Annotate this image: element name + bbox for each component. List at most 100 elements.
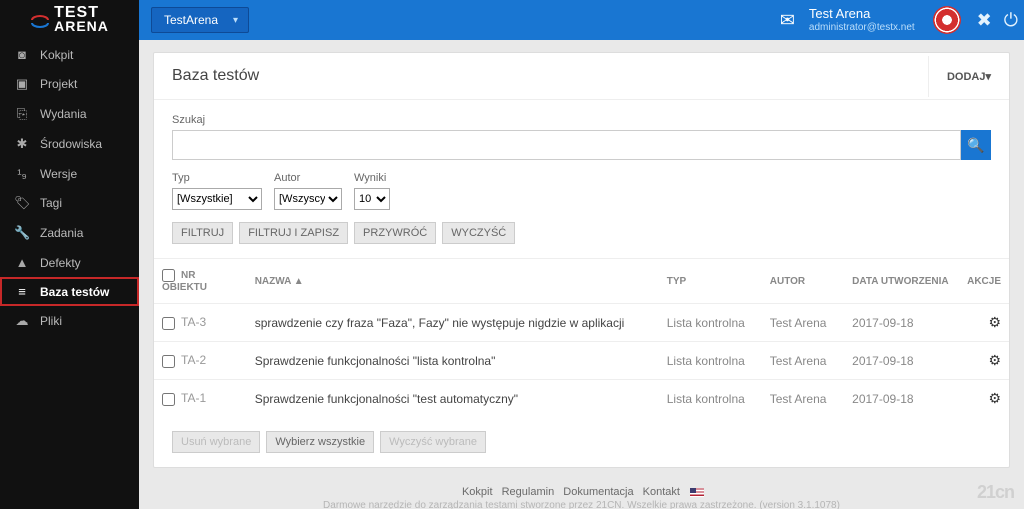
search-icon: 🔍: [967, 137, 984, 154]
filtruj-zapisz-button[interactable]: FILTRUJ I ZAPISZ: [239, 222, 348, 244]
user-email: administrator@testx.net: [809, 22, 915, 34]
row-autor: Test Arena: [762, 304, 844, 342]
sidebar-item-label: Defekty: [40, 256, 81, 270]
wyczysc-wybrane-button[interactable]: Wyczyść wybrane: [380, 431, 486, 453]
tools-icon[interactable]: ✖: [977, 10, 992, 31]
sidebar-item-defekty[interactable]: ▲ Defekty: [0, 248, 139, 277]
project-selector[interactable]: TestArena: [151, 7, 249, 33]
sidebar-item-label: Środowiska: [40, 137, 102, 151]
flag-icon[interactable]: [690, 488, 704, 497]
mail-icon[interactable]: ✉: [780, 10, 795, 31]
footer-sub: Darmowe narzędzie do zarządzania testami…: [153, 500, 1010, 509]
search-label: Szukaj: [172, 114, 991, 126]
search-input[interactable]: [172, 130, 961, 160]
gear-icon[interactable]: ⚙: [988, 314, 1001, 330]
row-nr: TA-3: [181, 315, 206, 329]
nav-icon: 🏷: [14, 195, 30, 211]
table-row: TA-3 sprawdzenie czy fraza "Faza", Fazy" …: [154, 304, 1009, 342]
sidebar-item-środowiska[interactable]: ✱ Środowiska: [0, 129, 139, 159]
table-row: TA-1 Sprawdzenie funkcjonalności "test au…: [154, 380, 1009, 418]
gear-icon[interactable]: ⚙: [988, 352, 1001, 368]
typ-select[interactable]: [Wszystkie]: [172, 188, 262, 210]
nav-icon: ◙: [14, 47, 30, 62]
nav-icon: 🔧: [14, 225, 30, 241]
power-icon[interactable]: ⏻: [1004, 10, 1018, 31]
wyniki-select[interactable]: 10: [354, 188, 390, 210]
brand-circle-icon: [933, 6, 961, 34]
logo-swoosh-icon: [30, 10, 50, 30]
nav-icon: ☁: [14, 313, 30, 329]
autor-label: Autor: [274, 172, 342, 184]
row-checkbox[interactable]: [162, 317, 175, 330]
row-autor: Test Arena: [762, 342, 844, 380]
page-title: Baza testów: [172, 67, 259, 85]
footer-link[interactable]: Kontakt: [643, 486, 680, 498]
footer-link[interactable]: Kokpit: [462, 486, 493, 498]
sidebar-item-wydania[interactable]: ⎘ Wydania: [0, 99, 139, 129]
row-nazwa[interactable]: Sprawdzenie funkcjonalności "test automa…: [247, 380, 659, 418]
table-row: TA-2 Sprawdzenie funkcjonalności "lista k…: [154, 342, 1009, 380]
select-all-checkbox[interactable]: [162, 269, 175, 282]
th-autor[interactable]: AUTOR: [762, 259, 844, 304]
th-typ[interactable]: TYP: [659, 259, 762, 304]
sidebar-item-wersje[interactable]: ¹₉ Wersje: [0, 159, 139, 188]
sidebar-item-baza-testów[interactable]: ≡ Baza testów: [0, 277, 139, 306]
sidebar-item-zadania[interactable]: 🔧 Zadania: [0, 218, 139, 248]
row-nr: TA-2: [181, 353, 206, 367]
sidebar-item-label: Tagi: [40, 196, 62, 210]
app-logo: TESTARENA: [0, 0, 139, 40]
typ-label: Typ: [172, 172, 262, 184]
row-nr: TA-1: [181, 391, 206, 405]
wybierz-wszystkie-button[interactable]: Wybierz wszystkie: [266, 431, 374, 453]
sidebar-item-kokpit[interactable]: ◙ Kokpit: [0, 40, 139, 69]
user-block[interactable]: Test Arena administrator@testx.net: [809, 6, 915, 34]
wyczysc-button[interactable]: WYCZYŚĆ: [442, 222, 515, 244]
nav-icon: ⎘: [14, 106, 30, 122]
sidebar-item-projekt[interactable]: ▣ Projekt: [0, 69, 139, 99]
nav-icon: ≡: [14, 284, 30, 299]
nav-icon: ▲: [14, 255, 30, 270]
row-data: 2017-09-18: [844, 342, 957, 380]
usun-wybrane-button[interactable]: Usuń wybrane: [172, 431, 260, 453]
przywroc-button[interactable]: PRZYWRÓĆ: [354, 222, 436, 244]
row-autor: Test Arena: [762, 380, 844, 418]
row-nazwa[interactable]: sprawdzenie czy fraza "Faza", Fazy" nie …: [247, 304, 659, 342]
add-button[interactable]: DODAJ▾: [928, 56, 1009, 97]
topbar: TestArena ✉ Test Arena administrator@tes…: [139, 0, 1024, 40]
nav-icon: ✱: [14, 136, 30, 152]
nav-icon: ▣: [14, 76, 30, 92]
autor-select[interactable]: [Wszyscy]: [274, 188, 342, 210]
filtruj-button[interactable]: FILTRUJ: [172, 222, 233, 244]
row-data: 2017-09-18: [844, 380, 957, 418]
footer-links: Kokpit Regulamin Dokumentacja Kontakt: [153, 480, 1010, 500]
content-card: Baza testów DODAJ▾ Szukaj 🔍 Typ [Wszystk…: [153, 52, 1010, 468]
row-typ: Lista kontrolna: [659, 304, 762, 342]
sidebar-item-pliki[interactable]: ☁ Pliki: [0, 306, 139, 336]
th-nazwa[interactable]: NAZWA ▲: [247, 259, 659, 304]
sidebar-item-label: Pliki: [40, 314, 62, 328]
sidebar-item-label: Kokpit: [40, 48, 73, 62]
main-area: Baza testów DODAJ▾ Szukaj 🔍 Typ [Wszystk…: [139, 40, 1024, 509]
sidebar-item-label: Wersje: [40, 167, 77, 181]
row-typ: Lista kontrolna: [659, 342, 762, 380]
row-data: 2017-09-18: [844, 304, 957, 342]
sidebar-item-label: Projekt: [40, 77, 77, 91]
footer-link[interactable]: Dokumentacja: [563, 486, 633, 498]
sidebar-item-label: Baza testów: [40, 285, 109, 299]
row-checkbox[interactable]: [162, 393, 175, 406]
gear-icon[interactable]: ⚙: [988, 390, 1001, 406]
row-typ: Lista kontrolna: [659, 380, 762, 418]
filters-section: Szukaj 🔍 Typ [Wszystkie] Autor [Wszyscy]…: [154, 100, 1009, 258]
row-checkbox[interactable]: [162, 355, 175, 368]
nav-icon: ¹₉: [14, 166, 30, 181]
sidebar-item-label: Zadania: [40, 226, 83, 240]
sidebar-item-tagi[interactable]: 🏷 Tagi: [0, 188, 139, 218]
footer-link[interactable]: Regulamin: [502, 486, 555, 498]
brand-watermark: 21cn: [977, 482, 1014, 503]
th-akcje: AKCJE: [957, 259, 1009, 304]
row-nazwa[interactable]: Sprawdzenie funkcjonalności "lista kontr…: [247, 342, 659, 380]
user-name: Test Arena: [809, 6, 915, 22]
search-button[interactable]: 🔍: [961, 130, 991, 160]
th-data[interactable]: DATA UTWORZENIA: [844, 259, 957, 304]
sidebar-item-label: Wydania: [40, 107, 87, 121]
